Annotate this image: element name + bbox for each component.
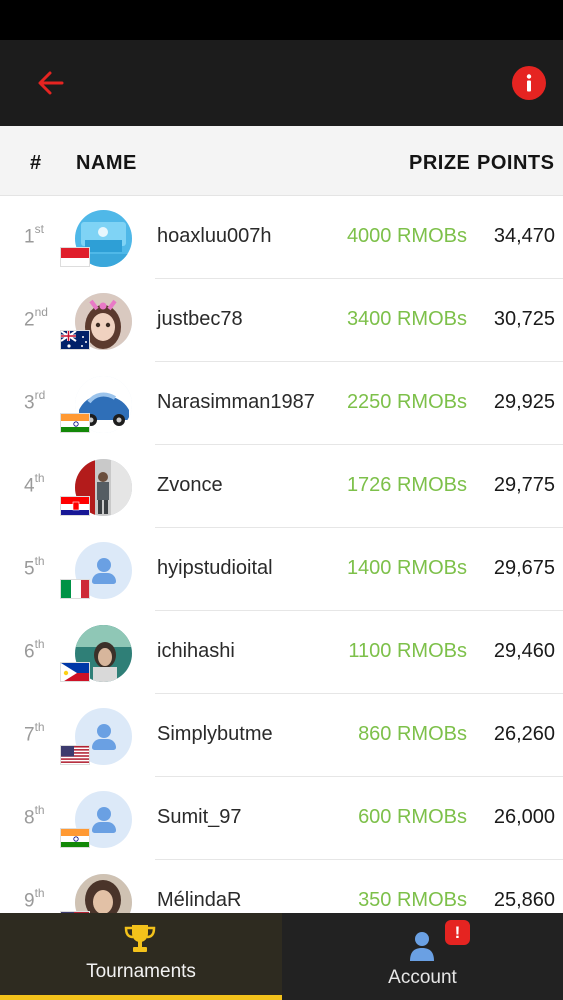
column-rank-header: # — [30, 152, 42, 174]
rank-label: 2nd — [24, 305, 48, 331]
rank-suffix: th — [34, 554, 45, 568]
rank-label: 8th — [24, 803, 45, 829]
rank-number: 3 — [24, 392, 35, 414]
prize-amount: 860 RMOBs — [358, 723, 467, 745]
rank-suffix: th — [34, 803, 45, 817]
leaderboard-row[interactable]: 8th Sumit_97 600 RMOBs 26,000 — [0, 777, 563, 860]
info-button[interactable] — [512, 66, 546, 100]
column-prize-header: PRIZE — [409, 152, 471, 174]
username: Narasimman1987 — [157, 391, 315, 413]
username: Simplybutme — [157, 723, 273, 745]
country-flag-icon — [60, 247, 90, 267]
leaderboard-row[interactable]: 7th Simplybutme 860 RMOBs 26,260 — [0, 694, 563, 777]
country-flag-icon — [60, 413, 90, 433]
rank-suffix: th — [34, 471, 45, 485]
leaderboard-row[interactable]: 6th ichihashi 1100 RMOBs 29,460 — [0, 611, 563, 694]
rank-label: 6th — [24, 637, 45, 663]
rank-number: 4 — [24, 475, 35, 497]
leaderboard-row[interactable]: 3rd Narasimman1987 2250 RMOBs 29,925 — [0, 362, 563, 445]
bottom-tab-bar: Tournaments ! Account — [0, 913, 563, 1000]
tab-tournaments[interactable]: Tournaments — [0, 913, 282, 1000]
column-points-header: POINTS — [477, 152, 555, 174]
rank-number: 8 — [24, 807, 35, 829]
rank-number: 9 — [24, 890, 35, 912]
trophy-icon — [124, 925, 156, 952]
country-flag-icon — [60, 745, 90, 765]
username: hoaxluu007h — [157, 225, 272, 247]
leaderboard-row[interactable]: 9th MélindaR 350 RMOBs 25,860 — [0, 860, 563, 913]
username: Sumit_97 — [157, 806, 242, 828]
leaderboard-row[interactable]: 1st hoaxluu007h 4000 RMOBs 34,470 — [0, 196, 563, 279]
prize-amount: 4000 RMOBs — [346, 225, 467, 247]
leaderboard-row[interactable]: 5th hyipstudioital 1400 RMOBs 29,675 — [0, 528, 563, 611]
prize-amount: 2250 RMOBs — [346, 391, 467, 413]
points-value: 26,260 — [493, 723, 555, 745]
country-flag-icon — [60, 662, 90, 682]
tab-account-label: Account — [388, 967, 457, 988]
points-value: 29,775 — [493, 474, 555, 496]
back-button[interactable] — [32, 64, 70, 102]
rank-suffix: rd — [34, 388, 46, 402]
points-value: 25,860 — [493, 889, 555, 911]
info-icon — [526, 74, 532, 92]
country-flag-icon — [60, 828, 90, 848]
account-alert-badge: ! — [445, 920, 470, 945]
tab-tournaments-label: Tournaments — [86, 961, 196, 982]
column-name-header: NAME — [76, 152, 137, 174]
rank-number: 7 — [24, 724, 35, 746]
country-flag-icon — [60, 579, 90, 599]
points-value: 29,925 — [493, 391, 555, 413]
country-flag-icon — [60, 330, 90, 350]
rank-number: 5 — [24, 558, 35, 580]
rank-number: 1 — [24, 226, 35, 248]
top-app-bar — [0, 40, 563, 126]
rank-label: 3rd — [24, 388, 46, 414]
rank-label: 1st — [24, 222, 44, 248]
leaderboard-list: 1st hoaxluu007h 4000 RMOBs 34,470 2nd justbec… — [0, 196, 563, 913]
points-value: 29,460 — [493, 640, 555, 662]
points-value: 34,470 — [493, 225, 555, 247]
rank-label: 5th — [24, 554, 45, 580]
status-bar — [0, 0, 563, 40]
rank-suffix: nd — [34, 305, 48, 319]
tab-account[interactable]: ! Account — [282, 913, 563, 1000]
points-value: 30,725 — [493, 308, 555, 330]
prize-amount: 1100 RMOBs — [348, 640, 467, 662]
rank-label: 4th — [24, 471, 45, 497]
prize-amount: 3400 RMOBs — [346, 308, 467, 330]
prize-amount: 1400 RMOBs — [346, 557, 467, 579]
leaderboard-header: # NAME PRIZE POINTS — [0, 126, 563, 196]
country-flag-icon — [60, 496, 90, 516]
username: hyipstudioital — [157, 557, 273, 579]
prize-amount: 350 RMOBs — [358, 889, 467, 911]
username: MélindaR — [157, 889, 242, 911]
prize-amount: 600 RMOBs — [358, 806, 467, 828]
points-value: 29,675 — [493, 557, 555, 579]
leaderboard-row[interactable]: 4th Zvonce 1726 RMOBs 29,775 — [0, 445, 563, 528]
rank-label: 9th — [24, 886, 45, 912]
prize-amount: 1726 RMOBs — [346, 474, 467, 496]
username: Zvonce — [157, 474, 223, 496]
username: justbec78 — [157, 308, 243, 330]
rank-number: 6 — [24, 641, 35, 663]
arrow-left-icon — [38, 71, 64, 95]
rank-suffix: th — [34, 886, 45, 900]
rank-label: 7th — [24, 720, 45, 746]
person-icon — [410, 932, 434, 961]
leaderboard-row[interactable]: 2nd justbec78 3400 RMOBs 30,725 — [0, 279, 563, 362]
rank-number: 2 — [24, 309, 35, 331]
avatar — [75, 874, 132, 913]
rank-suffix: th — [34, 720, 45, 734]
points-value: 26,000 — [493, 806, 555, 828]
rank-suffix: th — [34, 637, 45, 651]
username: ichihashi — [157, 640, 235, 662]
rank-suffix: st — [34, 222, 44, 236]
